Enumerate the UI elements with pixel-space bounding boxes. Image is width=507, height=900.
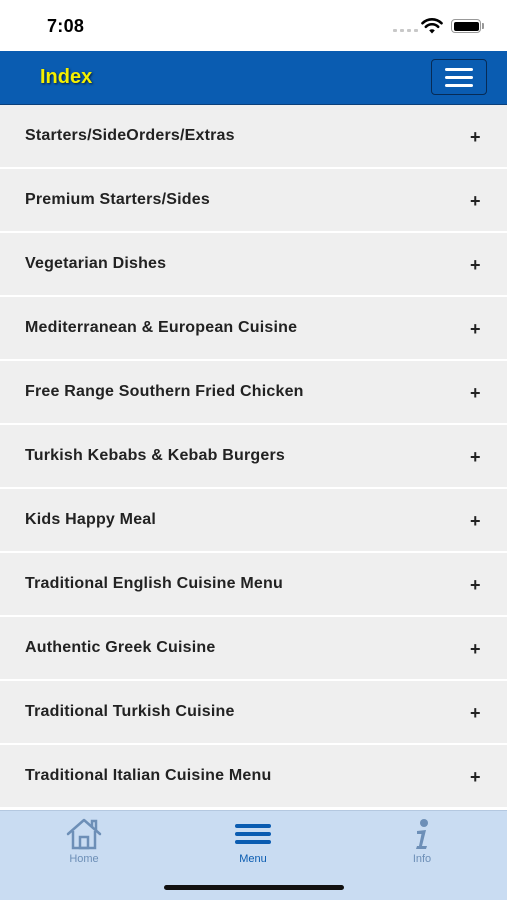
expand-plus-icon[interactable]: + bbox=[470, 767, 481, 788]
expand-plus-icon[interactable]: + bbox=[470, 383, 481, 404]
menu-category-label: Traditional Turkish Cuisine bbox=[25, 703, 235, 720]
status-time: 7:08 bbox=[47, 16, 85, 36]
tab-home-label: Home bbox=[69, 853, 99, 865]
expand-plus-icon[interactable]: + bbox=[470, 447, 481, 468]
expand-plus-icon[interactable]: + bbox=[470, 191, 481, 212]
menu-category-list: Starters/SideOrders/Extras + Premium Sta… bbox=[0, 105, 507, 809]
menu-category-vegetarian[interactable]: Vegetarian Dishes + bbox=[0, 233, 507, 297]
menu-category-mediterranean[interactable]: Mediterranean & European Cuisine + bbox=[0, 297, 507, 361]
menu-category-fried-chicken[interactable]: Free Range Southern Fried Chicken + bbox=[0, 361, 507, 425]
hamburger-menu-button[interactable] bbox=[431, 59, 487, 95]
tab-info-label: Info bbox=[412, 853, 432, 865]
menu-icon bbox=[235, 824, 271, 844]
menu-category-label: Traditional Italian Cuisine Menu bbox=[25, 767, 272, 784]
expand-plus-icon[interactable]: + bbox=[470, 575, 481, 596]
battery-icon bbox=[451, 19, 481, 33]
menu-category-label: Starters/SideOrders/Extras bbox=[25, 127, 235, 144]
hamburger-line bbox=[445, 67, 473, 71]
tab-menu-label: Menu bbox=[239, 853, 267, 865]
wifi-icon bbox=[421, 18, 443, 34]
menu-category-label: Authentic Greek Cuisine bbox=[25, 639, 216, 656]
expand-plus-icon[interactable]: + bbox=[470, 319, 481, 340]
expand-plus-icon[interactable]: + bbox=[470, 511, 481, 532]
info-icon bbox=[416, 819, 428, 849]
page-title: Index bbox=[40, 66, 93, 88]
menu-category-italian[interactable]: Traditional Italian Cuisine Menu + bbox=[0, 745, 507, 809]
menu-category-english[interactable]: Traditional English Cuisine Menu + bbox=[0, 553, 507, 617]
nav-bar: Index bbox=[0, 51, 507, 105]
menu-category-label: Free Range Southern Fried Chicken bbox=[25, 383, 304, 400]
menu-category-label: Mediterranean & European Cuisine bbox=[25, 319, 298, 336]
cellular-signal-icon bbox=[393, 29, 418, 32]
menu-category-label: Turkish Kebabs & Kebab Burgers bbox=[25, 447, 285, 464]
hamburger-line bbox=[445, 83, 473, 87]
menu-category-label: Premium Starters/Sides bbox=[25, 191, 210, 208]
expand-plus-icon[interactable]: + bbox=[470, 703, 481, 724]
home-icon bbox=[66, 818, 102, 850]
menu-category-label: Vegetarian Dishes bbox=[25, 255, 167, 272]
menu-category-kids-meal[interactable]: Kids Happy Meal + bbox=[0, 489, 507, 553]
expand-plus-icon[interactable]: + bbox=[470, 639, 481, 660]
tab-menu[interactable]: Menu bbox=[203, 817, 303, 873]
home-indicator[interactable] bbox=[164, 885, 344, 890]
menu-category-label: Kids Happy Meal bbox=[25, 511, 157, 528]
menu-category-starters[interactable]: Starters/SideOrders/Extras + bbox=[0, 105, 507, 169]
menu-category-turkish-kebabs[interactable]: Turkish Kebabs & Kebab Burgers + bbox=[0, 425, 507, 489]
expand-plus-icon[interactable]: + bbox=[470, 127, 481, 148]
status-bar: 7:08 bbox=[0, 0, 507, 51]
menu-category-greek[interactable]: Authentic Greek Cuisine + bbox=[0, 617, 507, 681]
tab-info[interactable]: Info bbox=[372, 817, 472, 873]
hamburger-line bbox=[445, 75, 473, 79]
battery-cap bbox=[482, 23, 484, 29]
expand-plus-icon[interactable]: + bbox=[470, 255, 481, 276]
tab-home[interactable]: Home bbox=[34, 817, 134, 873]
menu-category-turkish[interactable]: Traditional Turkish Cuisine + bbox=[0, 681, 507, 745]
menu-category-label: Traditional English Cuisine Menu bbox=[25, 575, 283, 592]
menu-category-premium-starters[interactable]: Premium Starters/Sides + bbox=[0, 169, 507, 233]
